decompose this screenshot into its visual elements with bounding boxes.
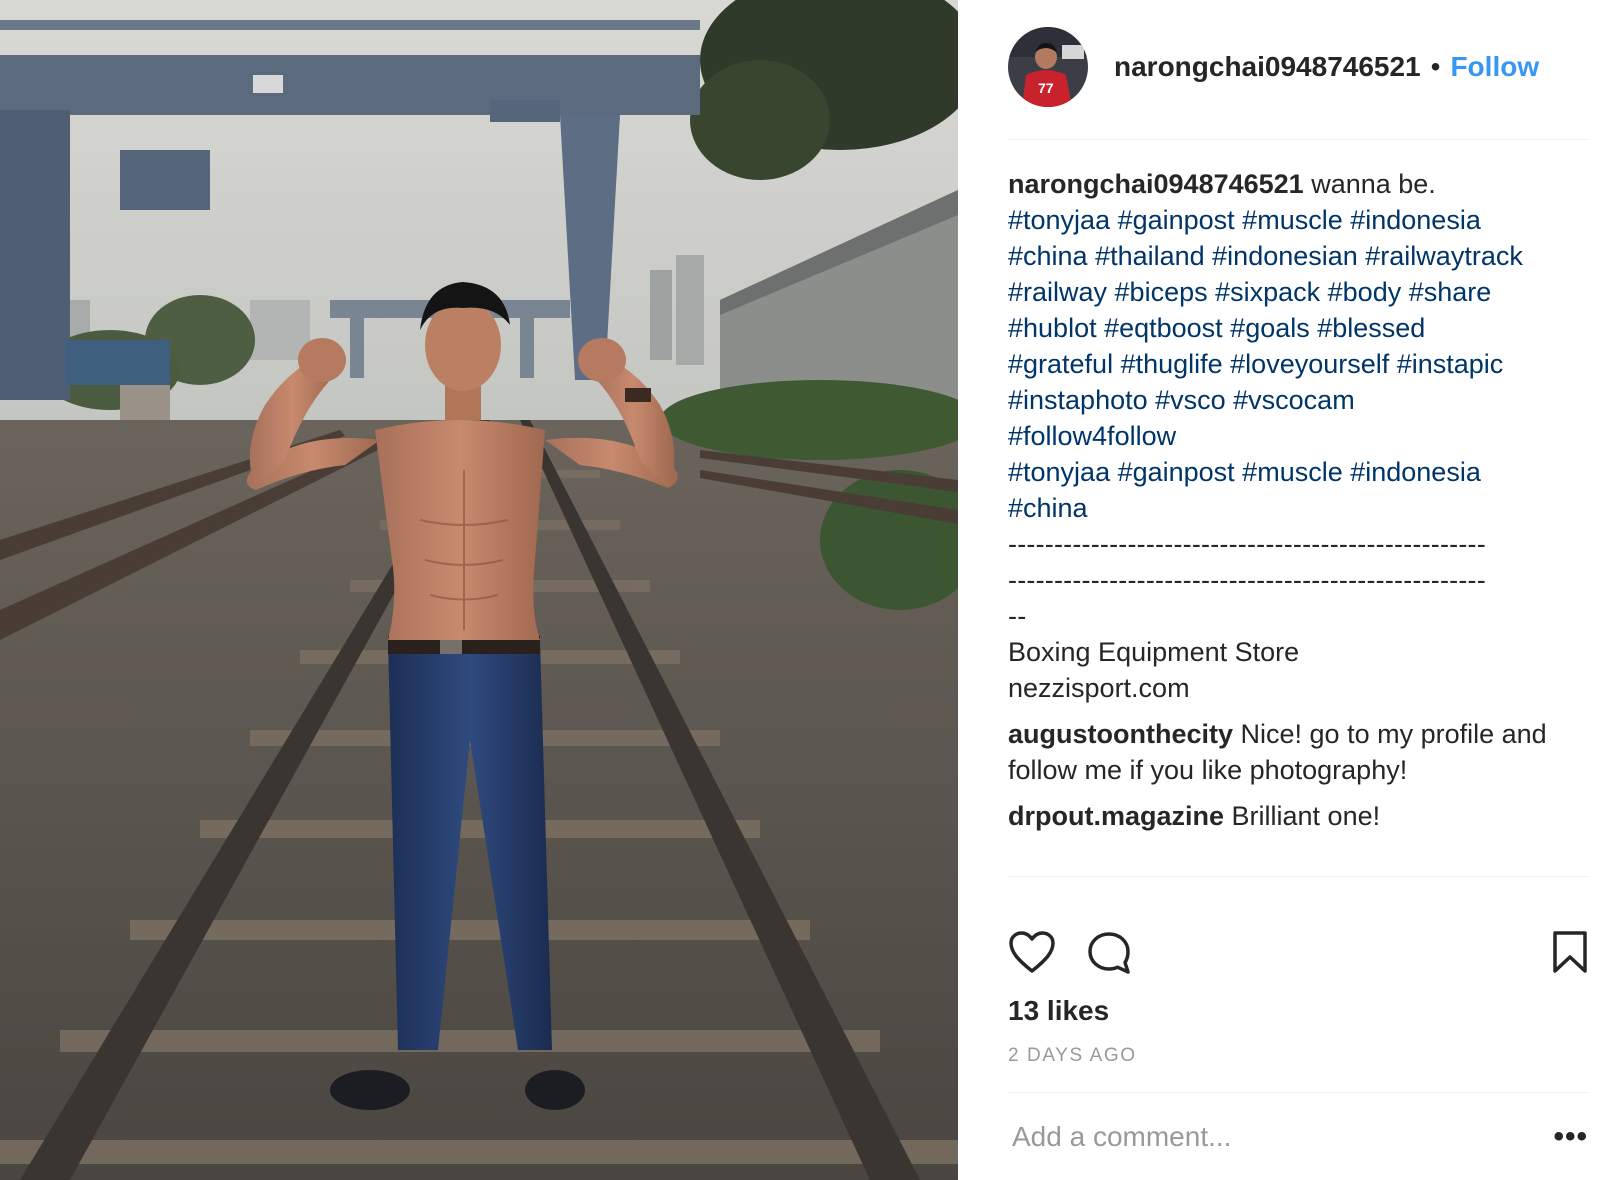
- hashtag-line[interactable]: #hublot #eqtboost #goals #blessed: [1008, 310, 1588, 346]
- avatar-image: 77: [1008, 27, 1088, 107]
- caption-dash-line: ----------------------------------------…: [1008, 529, 1486, 559]
- svg-text:77: 77: [1038, 80, 1054, 96]
- post-header: 77 narongchai0948746521 • Follow: [1008, 25, 1588, 109]
- hashtag-line[interactable]: #tonyjaa #gainpost #muscle #indonesia: [1008, 202, 1588, 238]
- hashtag-line[interactable]: #instaphoto #vsco #vscocam: [1008, 382, 1588, 418]
- railway-photo: [0, 0, 958, 1180]
- comment-box-divider: [1008, 1092, 1588, 1093]
- caption-dash-line: ----------------------------------------…: [1008, 565, 1486, 595]
- avatar[interactable]: 77: [1008, 27, 1088, 107]
- comment-username[interactable]: augustoonthecity: [1008, 719, 1233, 749]
- hashtag-line[interactable]: #follow4follow: [1008, 418, 1588, 454]
- speech-bubble-icon: [1088, 932, 1130, 974]
- bookmark-outline-icon: [1553, 931, 1587, 973]
- post-side-panel: 77 narongchai0948746521 • Follow narongc…: [958, 0, 1610, 1180]
- hashtag-line[interactable]: #china: [1008, 490, 1588, 526]
- hashtag-line[interactable]: #grateful #thuglife #loveyourself #insta…: [1008, 346, 1588, 382]
- instagram-post: 77 narongchai0948746521 • Follow narongc…: [0, 0, 1610, 1180]
- caption-username[interactable]: narongchai0948746521: [1008, 169, 1304, 199]
- header-separator: •: [1430, 51, 1441, 82]
- post-timestamp[interactable]: 2 DAYS AGO: [1008, 1045, 1137, 1067]
- actions-divider: [1008, 876, 1588, 877]
- hashtag-line[interactable]: #railway #biceps #sixpack #body #share: [1008, 274, 1588, 310]
- heart-outline-icon: [1009, 931, 1055, 973]
- caption-text: wanna be.: [1303, 169, 1436, 199]
- caption: narongchai0948746521 wanna be. #tonyjaa …: [1008, 166, 1588, 706]
- follow-button[interactable]: Follow: [1450, 51, 1539, 83]
- caption-url-line: nezzisport.com: [1008, 673, 1190, 703]
- like-button[interactable]: [1008, 930, 1056, 979]
- more-options-button[interactable]: •••: [1553, 1120, 1588, 1154]
- header-divider: [1008, 139, 1588, 140]
- post-photo[interactable]: [0, 0, 958, 1180]
- caption-store-line: Boxing Equipment Store: [1008, 637, 1300, 667]
- comment-text: Brilliant one!: [1224, 801, 1381, 831]
- save-button[interactable]: [1552, 930, 1588, 979]
- hashtag-list: #tonyjaa #gainpost #muscle #indonesia #c…: [1008, 202, 1588, 526]
- likes-count[interactable]: 13 likes: [1008, 995, 1109, 1027]
- caption-dash-line: --: [1008, 601, 1027, 631]
- comment-button[interactable]: [1086, 930, 1132, 981]
- header-username[interactable]: narongchai0948746521: [1114, 51, 1421, 83]
- comments-list: narongchai0948746521 wanna be. #tonyjaa …: [1008, 166, 1588, 844]
- hashtag-line[interactable]: #china #thailand #indonesian #railwaytra…: [1008, 238, 1588, 274]
- comment-item: drpout.magazine Brilliant one!: [1008, 798, 1588, 834]
- hashtag-line[interactable]: #tonyjaa #gainpost #muscle #indonesia: [1008, 454, 1588, 490]
- add-comment-input[interactable]: [1008, 1121, 1554, 1153]
- comment-username[interactable]: drpout.magazine: [1008, 801, 1224, 831]
- add-comment-row: •••: [1008, 1110, 1588, 1164]
- comment-item: augustoonthecity Nice! go to my profile …: [1008, 716, 1588, 788]
- action-bar: [1008, 925, 1588, 985]
